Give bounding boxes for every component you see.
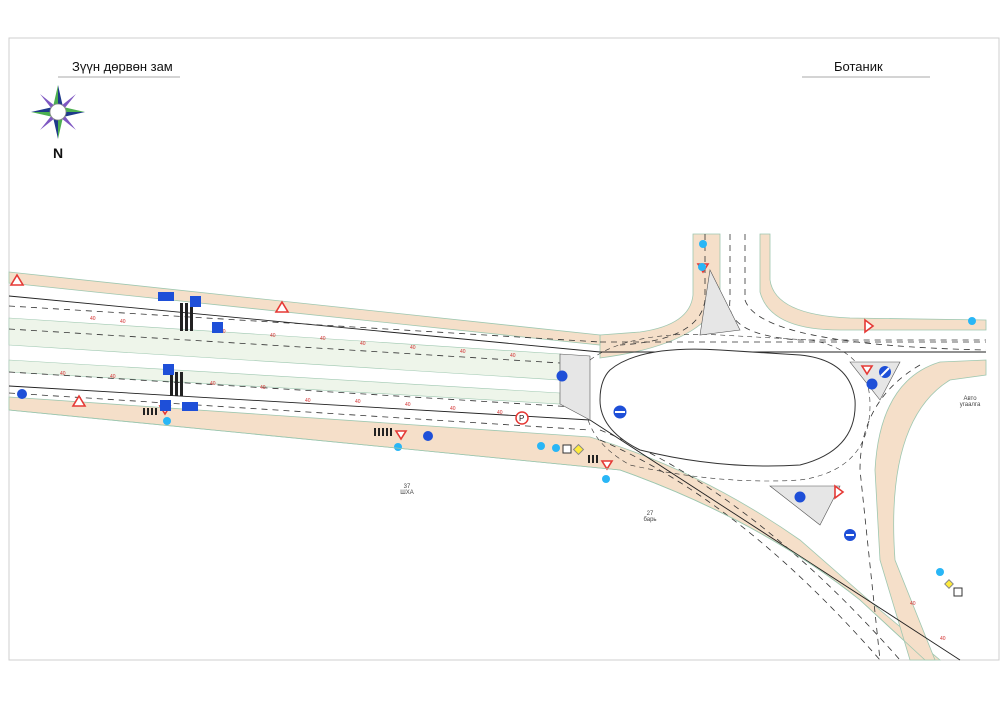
zone-27-sub: барь: [643, 517, 657, 523]
svg-text:40: 40: [360, 341, 366, 347]
svg-text:40: 40: [497, 410, 503, 416]
pedestrian-crossing-1: [180, 303, 193, 331]
pedestrian-crossing-2: [170, 372, 183, 396]
svg-text:40: 40: [460, 349, 466, 355]
roundabout-central-island: [599, 348, 856, 467]
zone-37-sub: ШХА: [400, 490, 414, 496]
svg-text:40: 40: [110, 374, 116, 380]
svg-text:40: 40: [910, 601, 916, 607]
hatched-median-end: [559, 353, 591, 421]
north-label: N: [53, 145, 64, 161]
no-parking-sign-icon: P: [515, 411, 529, 425]
svg-text:40: 40: [210, 381, 216, 387]
auto-station-line-2: угаалга: [959, 402, 981, 408]
zone-37-label: 37 ШХА: [395, 484, 419, 496]
compass-rose-icon: [31, 85, 85, 139]
svg-text:40: 40: [305, 398, 311, 404]
north-arm-sidewalk-east: [759, 233, 987, 331]
road-plan-map: 40 40 40 40 40 40 40 40 40 40 40 40 40 40 40 40 40 4…: [8, 37, 1000, 661]
pedestrian-crossing-4: [588, 455, 598, 463]
auto-station-label: Авто угаалга: [950, 396, 990, 408]
svg-text:40: 40: [120, 319, 126, 325]
svg-text:40: 40: [355, 399, 361, 405]
east-direction-label: Ботаник: [834, 59, 883, 74]
hatched-island-south: [769, 485, 841, 526]
svg-text:40: 40: [320, 336, 326, 342]
svg-text:40: 40: [405, 402, 411, 408]
svg-text:P: P: [519, 414, 524, 423]
svg-text:40: 40: [60, 371, 66, 377]
svg-text:40: 40: [450, 406, 456, 412]
svg-text:40: 40: [90, 316, 96, 322]
svg-text:40: 40: [260, 385, 266, 391]
west-direction-label: Зүүн дөрвөн зам: [72, 59, 173, 74]
svg-text:40: 40: [940, 636, 946, 642]
zone-27-label: 27 барь: [638, 511, 662, 523]
svg-text:40: 40: [270, 333, 276, 339]
svg-text:40: 40: [410, 345, 416, 351]
north-arm-sidewalk: [599, 233, 721, 359]
svg-text:40: 40: [510, 353, 516, 359]
